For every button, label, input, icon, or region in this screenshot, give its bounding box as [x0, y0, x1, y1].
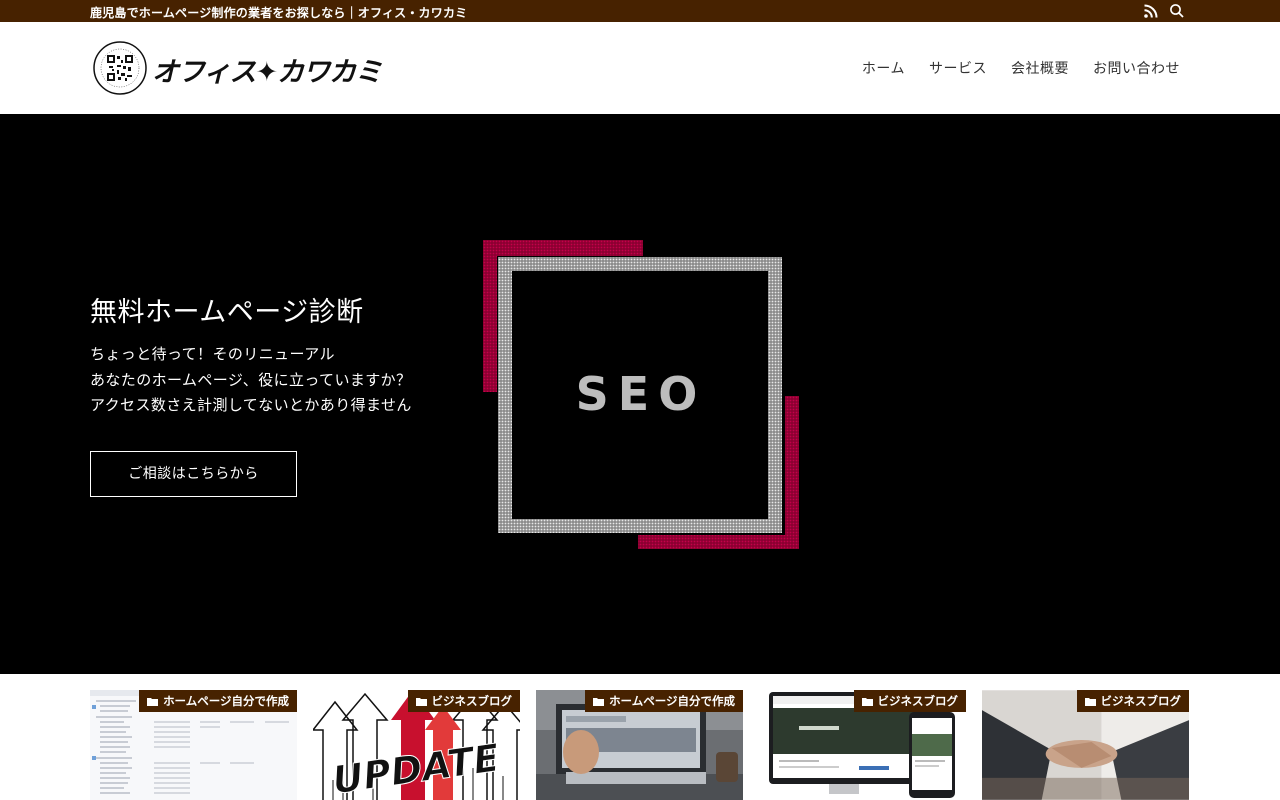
category-badge[interactable]: ホームページ自分で作成	[585, 690, 743, 712]
category-label: ホームページ自分で作成	[163, 694, 289, 708]
main-nav: ホーム サービス 会社概要 お問い合わせ	[862, 58, 1180, 78]
folder-icon	[593, 697, 605, 706]
folder-icon	[147, 697, 159, 706]
seo-text: SEO	[576, 367, 707, 421]
category-badge[interactable]: ビジネスブログ	[1076, 690, 1189, 712]
hero-title: 無料ホームページ診断	[90, 297, 364, 328]
post-card[interactable]: ビジネスブログ	[982, 690, 1189, 800]
hero-line: あなたのホームページ、役に立っていますか？	[90, 370, 412, 389]
category-label: ビジネスブログ	[877, 694, 959, 708]
nav-item-home[interactable]: ホーム	[862, 58, 905, 78]
post-card[interactable]: ビジネスブログ	[759, 690, 966, 800]
consultation-button[interactable]: ご相談はこちらから	[90, 451, 297, 497]
category-badge[interactable]: ホームページ自分で作成	[139, 690, 297, 712]
category-label: ホームページ自分で作成	[609, 694, 735, 708]
folder-icon	[861, 697, 873, 706]
category-label: ビジネスブログ	[1100, 694, 1182, 708]
category-label: ビジネスブログ	[431, 694, 513, 708]
folder-icon	[1084, 697, 1096, 706]
site-tagline: 鹿児島でホームページ制作の業者をお探しなら｜オフィス・カワカミ	[90, 6, 468, 20]
logo-text: オフィス✦カワカミ	[152, 57, 382, 88]
nav-item-contact[interactable]: お問い合わせ	[1093, 58, 1180, 78]
seo-frame-graphic: SEO	[483, 240, 799, 549]
folder-icon	[415, 697, 427, 706]
search-icon[interactable]	[1169, 3, 1185, 19]
hero-description: ちょっと待って！そのリニューアル あなたのホームページ、役に立っていますか？ ア…	[90, 342, 412, 419]
top-bar: 鹿児島でホームページ制作の業者をお探しなら｜オフィス・カワカミ	[0, 0, 1280, 22]
post-card[interactable]: ホームページ自分で作成	[536, 690, 743, 800]
nav-item-services[interactable]: サービス	[929, 58, 987, 78]
rss-icon[interactable]	[1143, 3, 1159, 19]
site-header: オフィス✦カワカミ ホーム サービス 会社概要 お問い合わせ	[0, 22, 1280, 114]
category-badge[interactable]: ビジネスブログ	[853, 690, 966, 712]
category-badge[interactable]: ビジネスブログ	[407, 690, 520, 712]
hero-line: アクセス数さえ計測してないとかあり得ません	[90, 396, 412, 414]
post-cards: ホームページ自分で作成 UPDATE ビジネスブログ ホームページ自分で作成 ビ…	[90, 690, 1190, 800]
nav-item-company[interactable]: 会社概要	[1011, 58, 1069, 78]
hero-banner: 無料ホームページ診断 ちょっと待って！そのリニューアル あなたのホームページ、役…	[0, 114, 1280, 674]
hero-line: ちょっと待って！そのリニューアル	[90, 345, 335, 363]
post-card[interactable]: UPDATE ビジネスブログ	[313, 690, 520, 800]
post-card[interactable]: ホームページ自分で作成	[90, 690, 297, 800]
qr-seal-logo-icon	[93, 41, 147, 95]
site-logo[interactable]: オフィス✦カワカミ	[92, 40, 382, 98]
